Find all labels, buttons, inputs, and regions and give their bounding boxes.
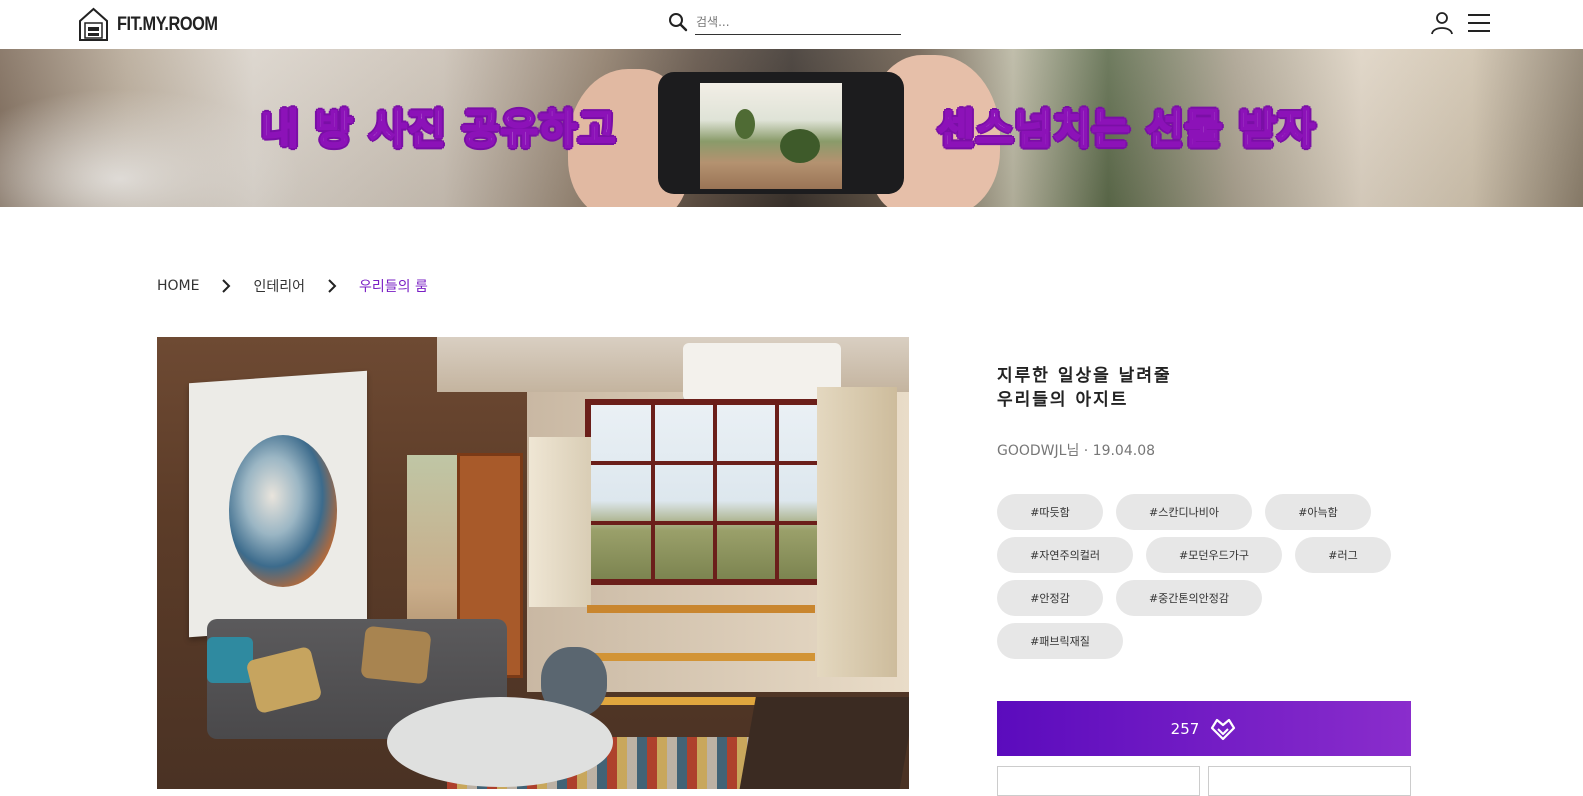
top-header: FIT.MY.ROOM xyxy=(0,0,1583,49)
tag-chip[interactable]: #패브릭재질 xyxy=(997,623,1123,659)
banner-text-left: 내 방 사진 공유하고 xyxy=(260,104,617,154)
tag-chip[interactable]: #러그 xyxy=(1295,537,1391,573)
tag-chip[interactable]: #자연주의컬러 xyxy=(997,537,1133,573)
user-icon[interactable] xyxy=(1430,11,1454,35)
photo-shelf xyxy=(587,605,815,613)
tag-chip[interactable]: #중간톤의안정감 xyxy=(1116,580,1262,616)
tag-list: #따듯함 #스칸디나비아 #아늑함 #자연주의컬러 #모던우드가구 #러그 #안… xyxy=(997,494,1411,666)
banner-plant xyxy=(780,129,820,163)
secondary-action-button[interactable] xyxy=(997,766,1200,796)
post-title: 지루한 일상을 날려줄 우리들의 아지트 xyxy=(997,364,1172,412)
search-icon[interactable] xyxy=(668,12,688,32)
post-author-date: GOODWJL님 · 19.04.08 xyxy=(997,443,1156,459)
like-button[interactable]: 257 xyxy=(997,701,1411,756)
banner-text-right: 센스넘치는 선물 받자 xyxy=(936,104,1317,154)
breadcrumb-current[interactable]: 우리들의 룸 xyxy=(359,276,428,296)
photo-shelf xyxy=(587,653,815,661)
search-input[interactable] xyxy=(695,10,901,35)
post-title-line: 우리들의 아지트 xyxy=(997,390,1129,410)
tag-chip[interactable]: #따듯함 xyxy=(997,494,1103,530)
photo-curtain xyxy=(817,387,897,677)
tag-row: #자연주의컬러 #모던우드가구 #러그 xyxy=(997,537,1411,573)
photo-chair xyxy=(738,697,909,789)
photo-window xyxy=(585,399,835,585)
photo-curtain xyxy=(529,437,591,607)
photo-painting-art xyxy=(229,435,337,587)
banner-phone-screen xyxy=(700,83,842,189)
photo-coffee-table xyxy=(387,697,613,787)
window-bar xyxy=(591,461,829,465)
chevron-right-icon xyxy=(222,279,231,293)
search-bar xyxy=(668,10,902,35)
window-bar xyxy=(775,405,779,579)
photo-pillow xyxy=(207,637,253,683)
site-logo[interactable]: FIT.MY.ROOM xyxy=(78,7,234,42)
promo-banner[interactable]: 내 방 사진 공유하고 센스넘치는 선물 받자 xyxy=(0,49,1583,207)
window-bar xyxy=(651,405,655,579)
post-title-line: 지루한 일상을 날려줄 xyxy=(997,366,1172,386)
heart-icon xyxy=(1211,718,1236,740)
tag-chip[interactable]: #모던우드가구 xyxy=(1146,537,1282,573)
tag-row: #따듯함 #스칸디나비아 #아늑함 xyxy=(997,494,1411,530)
house-logo-icon xyxy=(79,7,108,41)
chevron-right-icon xyxy=(328,279,337,293)
tag-row: #안정감 #중간톤의안정감 xyxy=(997,580,1411,616)
tag-chip[interactable]: #아늑함 xyxy=(1265,494,1371,530)
tag-chip[interactable]: #스칸디나비아 xyxy=(1116,494,1252,530)
like-count: 257 xyxy=(1170,719,1200,738)
tag-row: #패브릭재질 xyxy=(997,623,1411,659)
breadcrumb-interior[interactable]: 인테리어 xyxy=(253,276,305,296)
room-photo xyxy=(157,337,909,789)
tag-chip[interactable]: #안정감 xyxy=(997,580,1103,616)
breadcrumb: HOME 인테리어 우리들의 룸 xyxy=(157,276,428,296)
photo-pillow xyxy=(360,625,432,685)
breadcrumb-home[interactable]: HOME xyxy=(157,278,199,294)
window-bar xyxy=(713,405,717,579)
secondary-action-button[interactable] xyxy=(1208,766,1411,796)
window-bar xyxy=(591,521,829,525)
hamburger-menu-icon[interactable] xyxy=(1467,13,1491,33)
banner-plant xyxy=(735,109,755,139)
logo-text: FIT.MY.ROOM xyxy=(117,13,218,35)
